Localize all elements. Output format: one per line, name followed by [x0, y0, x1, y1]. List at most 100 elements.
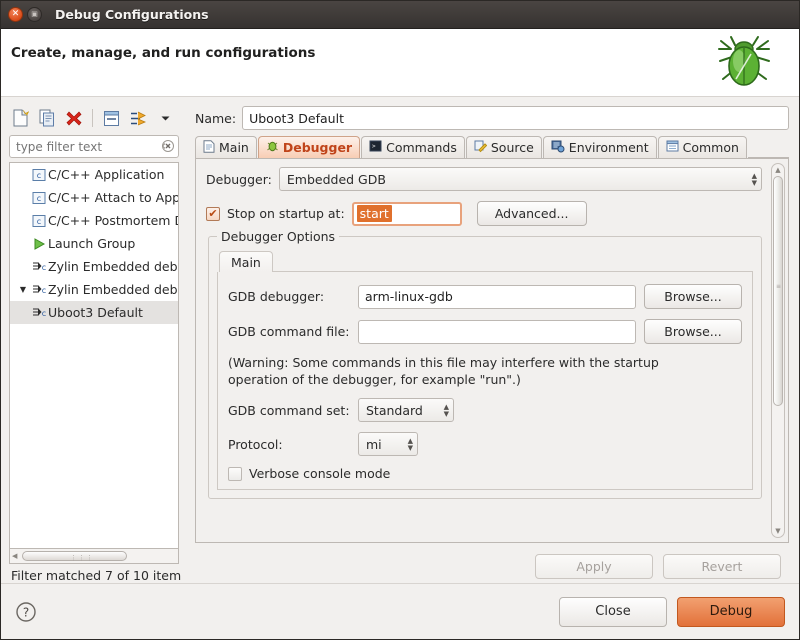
scrollbar-thumb[interactable] [773, 176, 783, 406]
configuration-editor: Name: Main [189, 103, 795, 583]
collapse-all-icon[interactable] [100, 107, 122, 129]
tree-expander[interactable]: ▼ [16, 285, 30, 294]
browse-gdb-debugger-button[interactable]: Browse... [644, 284, 742, 309]
tab-label: Commands [386, 140, 457, 155]
debugger-dropdown-value: Embedded GDB [286, 171, 386, 187]
debugger-options-group: Debugger Options Main GDB debugger: Brow… [208, 229, 762, 499]
command-file-warning: (Warning: Some commands in this file may… [228, 355, 659, 387]
advanced-button[interactable]: Advanced... [476, 201, 587, 226]
tree-item-launch-group[interactable]: Launch Group [10, 232, 178, 255]
debug-configurations-window: ✕ ▣ Debug Configurations Create, manage,… [0, 0, 800, 640]
apply-button[interactable]: Apply [535, 553, 653, 579]
svg-text:c: c [37, 194, 41, 203]
stop-on-startup-row: ✔ Stop on startup at: start Advanced... [206, 201, 788, 226]
svg-text:c: c [37, 217, 41, 226]
tree-item-c-cpp-attach[interactable]: c C/C++ Attach to Appli [10, 186, 178, 209]
tree-item-c-cpp-postmortem[interactable]: c C/C++ Postmortem De [10, 209, 178, 232]
spinner-arrows-icon[interactable]: ▲ ▼ [408, 437, 413, 451]
search-input[interactable] [9, 135, 179, 158]
chevron-down-icon[interactable] [154, 107, 176, 129]
tab-label: Debugger [282, 140, 353, 155]
tree-item-c-cpp-application[interactable]: c C/C++ Application [10, 163, 178, 186]
page-title: Create, manage, and run configurations [11, 45, 316, 61]
debugger-dropdown[interactable]: Embedded GDB ▲ ▼ [278, 167, 762, 191]
tree-item-label: C/C++ Application [48, 167, 165, 182]
gdb-debugger-input[interactable] [358, 284, 636, 309]
new-configuration-icon[interactable] [9, 107, 31, 129]
gdb-debugger-label: GDB debugger: [228, 289, 325, 304]
tab-commands[interactable]: > Commands [361, 136, 465, 158]
clear-filter-icon[interactable] [159, 138, 175, 154]
tabbar-filler [747, 136, 789, 158]
revert-button[interactable]: Revert [663, 553, 781, 579]
scrollbar-track[interactable]: ≡ [772, 176, 784, 525]
stop-on-startup-input[interactable]: start [351, 201, 462, 226]
stop-on-startup-checkbox[interactable]: ✔ [206, 206, 220, 221]
duplicate-configuration-icon[interactable] [36, 107, 58, 129]
tab-label: Source [490, 140, 534, 155]
debugger-tab-body: Debugger: Embedded GDB ▲ ▼ ✔ Stop on star… [195, 158, 789, 543]
zylin-icon: c [30, 283, 48, 296]
common-icon [666, 140, 679, 155]
tree-item-label: C/C++ Attach to Appli [48, 190, 179, 205]
svg-text:c: c [41, 263, 45, 272]
tree-item-zylin-2[interactable]: ▼ c Zylin Embedded debu [10, 278, 178, 301]
spinner-arrows-icon[interactable]: ▲ ▼ [444, 403, 449, 417]
svg-text:c: c [41, 309, 45, 318]
gdb-command-set-value: Standard [366, 402, 423, 418]
tab-environment[interactable]: Environment [542, 136, 657, 158]
launch-group-icon [30, 237, 48, 251]
tab-debugger[interactable]: Debugger [257, 136, 361, 158]
console-icon: > [369, 140, 382, 155]
tree-horizontal-scrollbar[interactable]: ◀ ⋮⋮⋮ [9, 549, 179, 564]
config-tabfolder: Main Debugger > Commands Source Environm… [195, 136, 789, 543]
toolbar-separator [92, 109, 93, 127]
configurations-tree[interactable]: c C/C++ Application c C/C++ Attach to Ap… [9, 162, 179, 549]
gdb-command-set-dropdown[interactable]: Standard ▲ ▼ [358, 398, 454, 422]
window-titlebar: ✕ ▣ Debug Configurations [1, 1, 799, 29]
tab-label: Main [219, 140, 249, 155]
verbose-console-checkbox[interactable]: ✔ [228, 466, 242, 481]
tab-source[interactable]: Source [465, 136, 542, 158]
environment-icon [551, 140, 565, 156]
tab-main[interactable]: Main [195, 136, 257, 158]
scroll-up-icon[interactable]: ▲ [775, 164, 780, 176]
spinner-arrows-icon[interactable]: ▲ ▼ [752, 172, 757, 186]
tree-item-label: Zylin Embedded debu [48, 259, 179, 274]
window-close-icon[interactable]: ✕ [8, 7, 23, 22]
tree-item-uboot3-default[interactable]: c Uboot3 Default [10, 301, 178, 324]
config-name-input[interactable] [242, 106, 789, 130]
tree-item-label: Zylin Embedded debu [48, 282, 179, 297]
verbose-console-row: ✔ Verbose console mode [228, 466, 742, 481]
close-button[interactable]: Close [559, 596, 667, 627]
window-maximize-icon[interactable]: ▣ [27, 7, 42, 22]
document-icon [203, 139, 215, 156]
help-icon[interactable]: ? [15, 601, 37, 623]
tree-item-zylin-1[interactable]: c Zylin Embedded debu [10, 255, 178, 278]
protocol-value: mi [366, 436, 382, 452]
c-cpp-icon: c [30, 191, 48, 205]
source-icon [474, 140, 488, 156]
debug-button[interactable]: Debug [677, 596, 785, 627]
svg-text:c: c [37, 171, 41, 180]
scroll-down-icon[interactable]: ▼ [775, 525, 780, 537]
debugger-tab-vertical-scrollbar[interactable]: ▲ ≡ ▼ [771, 163, 785, 538]
inner-tab-main[interactable]: Main [219, 251, 273, 272]
gdb-command-file-row: GDB command file: Browse... [228, 319, 742, 344]
stop-on-startup-value: start [356, 205, 392, 222]
debugger-options-title: Debugger Options [217, 229, 340, 244]
browse-label-1: Browse... [664, 289, 722, 304]
scrollbar-grip: ⋮⋮⋮ [70, 554, 94, 562]
tab-common[interactable]: Common [657, 136, 747, 158]
dialog-footer: ? Close Debug [1, 583, 799, 639]
browse-gdb-command-file-button[interactable]: Browse... [644, 319, 742, 344]
tree-item-label: C/C++ Postmortem De [48, 213, 179, 228]
protocol-dropdown[interactable]: mi ▲ ▼ [358, 432, 418, 456]
dialog-body: c C/C++ Application c C/C++ Attach to Ap… [1, 97, 799, 583]
tree-item-label: Launch Group [48, 236, 136, 251]
svg-text:?: ? [23, 605, 29, 619]
scroll-left-icon[interactable]: ◀ [10, 552, 19, 560]
filter-configurations-icon[interactable] [127, 107, 149, 129]
delete-configuration-icon[interactable] [63, 107, 85, 129]
gdb-command-file-input[interactable] [358, 319, 636, 344]
